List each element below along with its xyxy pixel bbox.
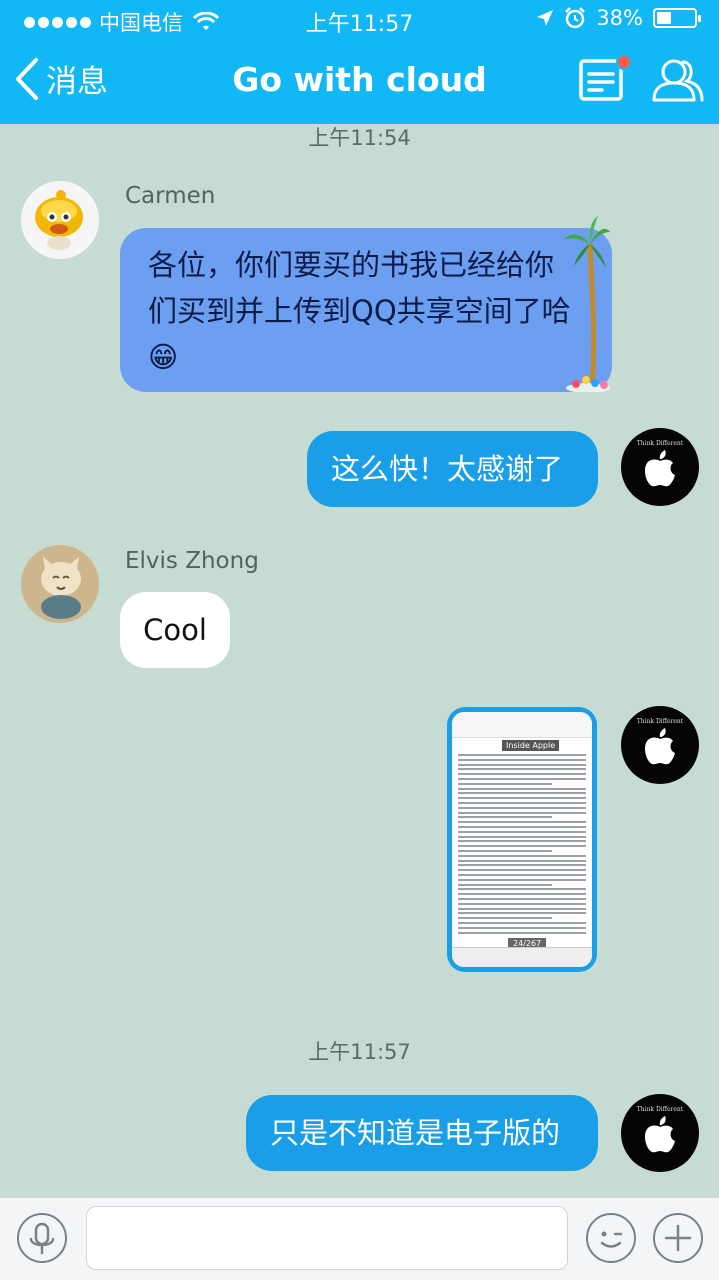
svg-text:Think Different: Think Different (637, 718, 684, 725)
text-line (458, 893, 586, 896)
avatar-me[interactable]: Think Different (621, 428, 699, 506)
input-bar (0, 1197, 719, 1280)
text-line (458, 778, 586, 780)
message-text: 只是不知道是电子版的 (270, 1116, 561, 1150)
timestamp: 上午11:54 (308, 126, 411, 150)
text-line (458, 864, 586, 867)
battery-fill (657, 12, 671, 24)
text-line (458, 878, 586, 881)
plus-icon (664, 1224, 692, 1252)
palm-tree-icon (564, 216, 610, 383)
text-line (458, 931, 586, 934)
back-label: 消息 (46, 64, 108, 100)
text-line (458, 773, 586, 776)
group-members-button[interactable] (650, 56, 706, 104)
more-button[interactable] (653, 1213, 703, 1263)
text-line (458, 830, 586, 833)
avatar-elvis[interactable] (21, 545, 99, 623)
text-line (458, 797, 586, 800)
sender-name: Elvis Zhong (125, 548, 259, 574)
text-line (458, 845, 586, 848)
emoji-button[interactable] (586, 1213, 636, 1263)
text-line (458, 898, 586, 900)
text-line (458, 926, 586, 929)
message-text: 这么快！太感谢了 (331, 452, 564, 486)
text-line (458, 835, 586, 838)
sender-name: Carmen (125, 183, 216, 209)
apple-logo-icon: Think Different (637, 1106, 684, 1153)
svg-text:Think Different: Think Different (637, 440, 684, 447)
text-line (458, 888, 586, 891)
text-line (458, 907, 586, 910)
image-message[interactable]: Inside Apple 24/267 (447, 707, 597, 972)
microphone-icon (29, 1222, 55, 1255)
battery-icon (653, 8, 701, 28)
thumb-thumbnails-strip (452, 947, 592, 967)
text-line (458, 816, 552, 819)
book-title-tag: Inside Apple (502, 740, 560, 751)
people-icon (652, 59, 704, 102)
message-input[interactable] (86, 1206, 568, 1270)
thumb-toolbar (452, 712, 592, 738)
text-line (458, 854, 586, 857)
message-text: Cool (143, 613, 207, 647)
status-bar: 中国电信 上午11:57 38% (0, 0, 719, 40)
ebook-screenshot: Inside Apple 24/267 (452, 712, 592, 967)
chevron-left-icon (16, 57, 38, 100)
message-bubble-carmen[interactable]: 各位，你们要买的书我已经给你们买到并上传到QQ共享空间了哈😁 (120, 216, 612, 392)
avatar-carmen[interactable] (21, 181, 99, 259)
text-line (458, 883, 552, 886)
text-line (458, 811, 586, 814)
text-line (458, 902, 586, 905)
message-text: 各位，你们要买的书我已经给你们买到并上传到QQ共享空间了哈😁 (148, 248, 571, 374)
smiley-icon (600, 1231, 623, 1248)
flowers-icon (566, 376, 610, 392)
text-line (458, 869, 586, 872)
cat-figurine-avatar-icon (21, 545, 99, 623)
battery-percent: 38% (596, 6, 643, 30)
message-bubble-elvis[interactable]: Cool (120, 592, 230, 668)
text-line (458, 821, 586, 824)
top-bar: 中国电信 上午11:57 38% 消息 Go with cloud (0, 0, 719, 124)
group-notice-button[interactable] (578, 54, 632, 102)
text-line (458, 826, 586, 828)
text-line (458, 754, 586, 756)
apple-logo-icon: Think Different (637, 440, 684, 487)
text-line (458, 874, 586, 876)
text-line (458, 859, 586, 862)
cartoon-avatar-icon (21, 181, 99, 259)
text-line (458, 758, 586, 761)
apple-logo-icon: Think Different (637, 718, 684, 765)
text-line (458, 806, 586, 809)
back-button[interactable]: 消息 (14, 56, 108, 101)
avatar-me[interactable]: Think Different (621, 706, 699, 784)
text-line (458, 917, 552, 920)
nav-bar: 消息 Go with cloud (0, 40, 719, 124)
text-line (458, 787, 586, 790)
timestamp: 上午11:57 (308, 1040, 411, 1064)
svg-text:Think Different: Think Different (637, 1106, 684, 1113)
text-line (458, 912, 586, 915)
text-line (458, 922, 586, 924)
location-arrow-icon (537, 10, 554, 26)
text-line (458, 850, 552, 852)
alarm-icon (565, 7, 586, 29)
message-bubble-me[interactable]: 这么快！太感谢了 (307, 431, 598, 507)
text-line (458, 802, 586, 804)
voice-button[interactable] (17, 1213, 67, 1263)
text-line (458, 840, 586, 843)
text-line (458, 782, 552, 785)
text-line (458, 792, 586, 795)
text-line (458, 768, 586, 771)
message-bubble-me[interactable]: 只是不知道是电子版的 (246, 1095, 598, 1171)
text-line (458, 763, 586, 766)
notification-dot (616, 54, 632, 70)
avatar-me[interactable]: Think Different (621, 1094, 699, 1172)
